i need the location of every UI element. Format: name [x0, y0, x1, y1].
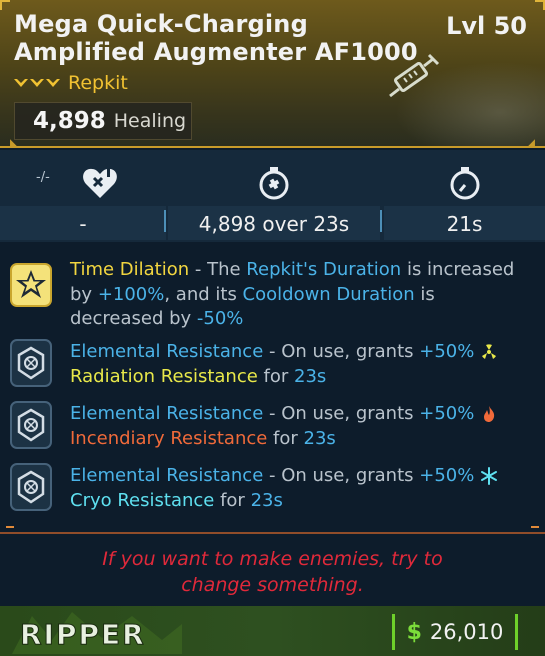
perk-text-segment: - The: [189, 259, 247, 280]
flavor-line-1: If you want to make enemies, try to: [102, 548, 443, 570]
perk-element: Radiation Resistance: [70, 365, 258, 387]
perk-value: -50%: [196, 308, 244, 329]
stopwatch-icon: [450, 167, 479, 200]
perk-duration: 23s: [303, 427, 336, 449]
heart-plus-icon: [82, 168, 117, 198]
perk-text-segment: - On use, grants: [263, 341, 420, 362]
radiation-icon: [482, 344, 497, 359]
perk-value: +50%: [419, 341, 475, 362]
stat3-value: 21s: [446, 212, 483, 236]
divider-tick: [6, 526, 14, 528]
flavor-text: If you want to make enemies, try to chan…: [0, 546, 545, 598]
perk-description: Elemental Resistance - On use, grants +5…: [70, 340, 532, 389]
stat-divider: [164, 210, 166, 232]
perk-value: +50%: [419, 465, 475, 486]
perk-text-segment: - On use, grants: [263, 465, 420, 486]
svg-text:RIPPER: RIPPER: [20, 618, 146, 651]
perk-text-segment: for: [257, 365, 294, 387]
flavor-line-2: change something.: [181, 574, 364, 596]
syringe-icon: [389, 53, 440, 98]
currency-symbol: $: [406, 619, 422, 645]
perk-description: Elemental Resistance - On use, grants +5…: [70, 464, 532, 513]
perk-title: Time Dilation: [70, 259, 190, 280]
corner-mark: ◣: [10, 136, 20, 148]
healing-label: Healing: [113, 110, 187, 132]
corner-bracket: [0, 0, 10, 10]
perk-title: Elemental Resistance: [70, 403, 264, 424]
perk-description: Time Dilation - The Repkit's Duration is…: [70, 258, 532, 332]
perk-duration: 23s: [250, 489, 283, 511]
divider-tick: [531, 526, 539, 528]
corner-mark: ◢: [525, 136, 535, 148]
item-type-label: Repkit: [68, 72, 128, 94]
perk-value: +50%: [419, 403, 475, 424]
section-divider: [0, 532, 545, 534]
fire-icon: [484, 406, 495, 422]
manufacturer-logo: RIPPER: [12, 612, 182, 654]
stat2-value: 4,898 over 23s: [198, 212, 350, 236]
star-badge-icon: [10, 263, 52, 307]
rarity-chevrons-icon: [14, 79, 60, 87]
stat-cell-heal-over-time: 4,898 over 23s: [168, 150, 380, 242]
healing-value: 4,898: [33, 108, 106, 134]
stats-row: -/- - 4,898 over 23s 21s: [0, 150, 545, 242]
item-footer: RIPPER $ 26,010: [0, 606, 545, 656]
healing-stat: 4,898 Healing: [14, 102, 192, 140]
perk-elemental-cryo: Elemental Resistance - On use, grants +5…: [0, 460, 545, 516]
stat-cell-cooldown: 21s: [384, 150, 545, 242]
item-price: $ 26,010: [392, 614, 518, 650]
perk-text-segment: , and its: [164, 283, 243, 305]
item-rarity: Repkit: [14, 72, 128, 94]
perk-keyword: Repkit's Duration: [246, 259, 402, 280]
perk-element: Incendiary Resistance: [70, 427, 268, 449]
shield-badge-icon: [10, 339, 52, 387]
perk-element: Cryo Resistance: [70, 489, 215, 511]
stat-divider: [380, 210, 382, 232]
perk-text-segment: for: [214, 489, 251, 511]
timer-heal-icon: [259, 167, 289, 200]
perk-description: Elemental Resistance - On use, grants +5…: [70, 402, 532, 451]
perk-elemental-radiation: Elemental Resistance - On use, grants +5…: [0, 336, 545, 392]
corner-bracket: [535, 0, 545, 10]
perk-title: Elemental Resistance: [70, 465, 264, 486]
snowflake-icon: [481, 467, 498, 485]
item-name: Mega Quick-Charging Amplified Augmenter …: [14, 10, 418, 66]
stat-cell-heal-type: -: [0, 150, 166, 242]
price-value: 26,010: [429, 620, 504, 644]
stat1-value: -: [79, 212, 87, 236]
perk-title: Elemental Resistance: [70, 341, 264, 362]
perk-time-dilation: Time Dilation - The Repkit's Duration is…: [0, 254, 545, 332]
shield-badge-icon: [10, 463, 52, 511]
perk-value: +100%: [97, 283, 165, 305]
perk-keyword: Cooldown Duration: [242, 283, 415, 305]
perk-duration: 23s: [294, 365, 327, 387]
shield-badge-icon: [10, 401, 52, 449]
item-level: Lvl 50: [446, 12, 527, 40]
perk-text-segment: for: [267, 427, 304, 449]
perk-elemental-incendiary: Elemental Resistance - On use, grants +5…: [0, 398, 545, 454]
perk-text-segment: - On use, grants: [263, 403, 420, 424]
item-header: Mega Quick-Charging Amplified Augmenter …: [0, 0, 545, 148]
